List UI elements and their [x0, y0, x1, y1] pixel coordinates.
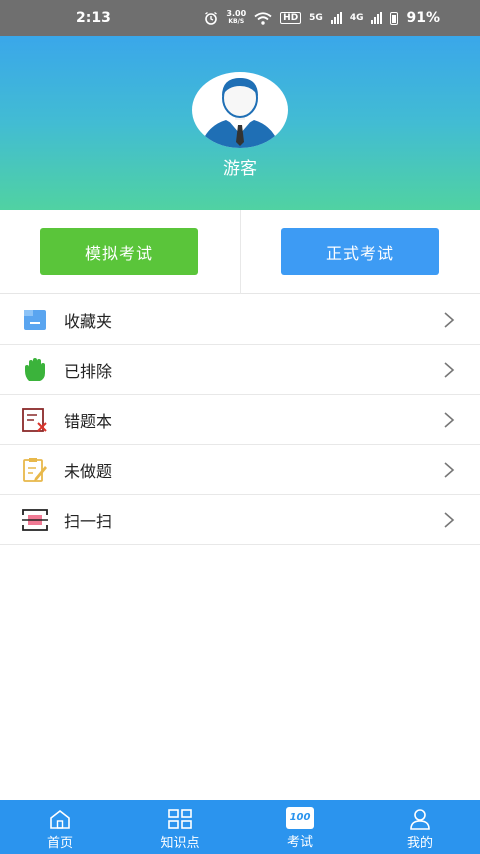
- nav-tab-home[interactable]: 首页: [0, 800, 120, 854]
- username: 游客: [223, 159, 257, 179]
- chevron-right-icon: [444, 462, 455, 478]
- battery-icon: [390, 11, 399, 25]
- user-icon: [410, 809, 430, 830]
- nav-tab-mine[interactable]: 我的: [360, 800, 480, 854]
- chevron-right-icon: [444, 362, 455, 378]
- grid-icon: [168, 809, 192, 829]
- nav-label: 考试: [286, 835, 313, 850]
- mock-exam-button[interactable]: 模拟考试: [40, 228, 198, 275]
- edit-note-icon: [23, 458, 47, 482]
- hand-icon: [25, 358, 45, 381]
- home-icon: [50, 809, 70, 829]
- status-bar: 2:13 3.00 KB/S HD 5G 4G 91%: [0, 0, 480, 36]
- profile-header: 游客: [0, 36, 480, 210]
- chevron-right-icon: [444, 412, 455, 428]
- menu-item-label: 未做题: [64, 461, 113, 481]
- status-time: 2:13: [76, 10, 111, 26]
- signal-1-label: 5G: [309, 13, 323, 23]
- scan-icon: [22, 509, 48, 531]
- status-icons: 3.00 KB/S HD 5G 4G 91%: [204, 10, 440, 26]
- menu-item-excluded[interactable]: 已排除: [0, 345, 480, 395]
- nav-label: 知识点: [160, 836, 200, 851]
- formal-exam-button[interactable]: 正式考试: [281, 228, 439, 275]
- battery-percent: 91%: [406, 10, 440, 26]
- avatar-person-icon: [200, 78, 280, 148]
- exam-100-icon: 100: [286, 807, 314, 829]
- menu-item-scan[interactable]: 扫一扫: [0, 495, 480, 545]
- menu-item-label: 错题本: [64, 411, 113, 431]
- nav-label: 我的: [406, 836, 433, 851]
- exam-divider: [240, 210, 241, 294]
- menu-item-label: 收藏夹: [64, 311, 113, 331]
- hd-badge: HD: [280, 12, 302, 24]
- page: 2:13 3.00 KB/S HD 5G 4G 91% 游客 模拟考试 正式考试…: [0, 0, 480, 854]
- menu-item-label: 已排除: [64, 361, 113, 381]
- wrong-questions-icon: [22, 408, 47, 432]
- bottom-nav: 首页 知识点 100 考试 我的: [0, 800, 480, 854]
- net-speed: 3.00 KB/S: [226, 10, 246, 26]
- menu-item-unanswered[interactable]: 未做题: [0, 445, 480, 495]
- chevron-right-icon: [444, 512, 455, 528]
- nav-label: 首页: [46, 836, 73, 851]
- net-speed-unit: KB/S: [228, 18, 245, 25]
- chevron-right-icon: [444, 312, 455, 328]
- menu-item-label: 扫一扫: [64, 511, 113, 531]
- signal-2-bars-icon: [371, 12, 383, 24]
- wifi-icon: [254, 11, 272, 25]
- signal-2-label: 4G: [349, 13, 364, 23]
- exam-buttons-area: 模拟考试 正式考试: [0, 210, 480, 294]
- nav-tab-exam[interactable]: 100 考试: [240, 800, 360, 854]
- signal-1-bars-icon: [330, 12, 342, 24]
- nav-tab-knowledge[interactable]: 知识点: [120, 800, 240, 854]
- menu-item-favorites[interactable]: 收藏夹: [0, 295, 480, 345]
- menu-list: 收藏夹 已排除 错题本 未做题 扫一扫: [0, 295, 480, 545]
- net-speed-value: 3.00: [226, 9, 247, 18]
- alarm-icon: [205, 11, 218, 25]
- menu-item-wrong-questions[interactable]: 错题本: [0, 395, 480, 445]
- exam-badge-number: 100: [289, 812, 311, 823]
- avatar[interactable]: [192, 72, 288, 148]
- folder-icon: [24, 310, 46, 330]
